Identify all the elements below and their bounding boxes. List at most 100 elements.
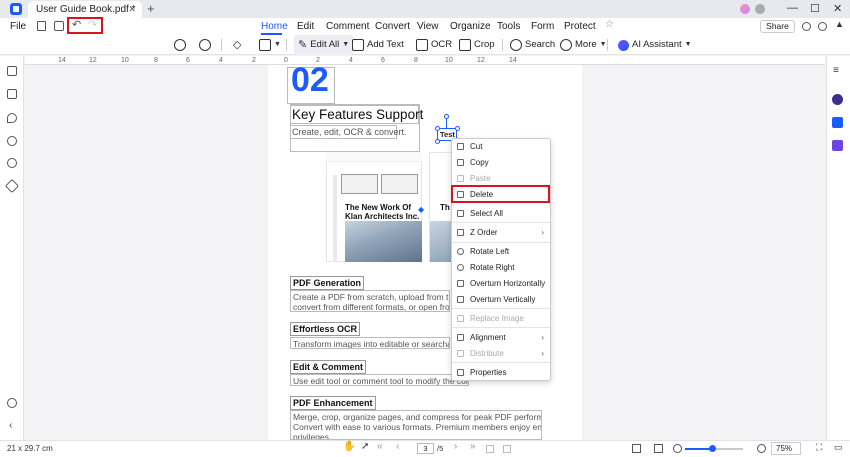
bookmark-icon[interactable] (7, 89, 17, 99)
document-tab[interactable]: User Guide Book.pdf * ✕ (28, 1, 142, 18)
menu-item-alignment[interactable]: Alignment › (452, 330, 550, 345)
section-title-edit-comment[interactable]: Edit & Comment (290, 360, 367, 374)
ai-assistant-button[interactable]: AI Assistant ▼ (618, 35, 692, 55)
ruler-label: 14 (58, 57, 66, 64)
single-page-icon[interactable] (486, 445, 494, 453)
menu-item-z-order[interactable]: Z Order › (452, 225, 550, 240)
menu-convert[interactable]: Convert (375, 18, 410, 35)
pin-icon[interactable]: ☆ (605, 19, 614, 30)
zoom-in-button[interactable] (199, 35, 211, 55)
menu-item-properties[interactable]: Properties (452, 365, 550, 380)
fit-width-icon[interactable] (632, 444, 641, 453)
fullscreen-icon[interactable]: ⛶ (816, 442, 822, 453)
menu-tools[interactable]: Tools (497, 18, 520, 35)
next-page-icon[interactable]: › (454, 441, 457, 452)
more-button[interactable]: More ▼ (560, 35, 607, 55)
first-page-icon[interactable]: « (377, 441, 383, 452)
ocr-button[interactable]: OCR (416, 35, 452, 55)
page-number-text[interactable]: 02 (291, 62, 329, 98)
network-icon[interactable] (802, 22, 811, 31)
previous-page-icon[interactable]: ‹ (396, 441, 399, 452)
menu-view[interactable]: View (417, 18, 439, 35)
section-text-pdf-generation[interactable]: Create a PDF from scratch, upload from t… (290, 290, 450, 312)
menu-item-select-all[interactable]: Select All (452, 206, 550, 221)
close-tab-icon[interactable]: ✕ (128, 1, 136, 18)
zoom-slider-handle[interactable] (708, 445, 716, 452)
zoom-level-select[interactable]: 75% (771, 442, 801, 455)
ai-tool-icon[interactable] (832, 140, 843, 151)
highlight-tool-button[interactable]: ◇ (233, 35, 241, 55)
crop-button[interactable]: Crop (459, 35, 495, 55)
page-heading[interactable]: Key Features Support (292, 107, 423, 122)
menu-organize[interactable]: Organize (450, 18, 491, 35)
menu-item-label: Alignment (470, 333, 506, 342)
edit-all-button[interactable]: ✎ Edit All ▼ (294, 35, 354, 55)
menu-item-rotate-left[interactable]: Rotate Left (452, 244, 550, 259)
avatar[interactable] (740, 4, 750, 14)
selection-handle[interactable] (435, 139, 440, 144)
menu-item-overturn-vertically[interactable]: Overturn Vertically (452, 292, 550, 307)
search-panel-icon[interactable] (7, 158, 17, 168)
menu-item-paste[interactable]: Paste (452, 171, 550, 186)
cloud-upload-icon[interactable] (818, 22, 827, 31)
thumbnails-icon[interactable] (7, 66, 17, 76)
new-tab-button[interactable]: + (147, 1, 155, 16)
zoom-out-button[interactable] (174, 35, 186, 55)
menu-comment[interactable]: Comment (326, 18, 369, 35)
maximize-button[interactable]: ☐ (810, 2, 820, 15)
ruler-label: 12 (477, 57, 485, 64)
menu-file[interactable]: File (10, 18, 26, 35)
hand-tool-icon[interactable]: ✋ (343, 441, 355, 452)
account-icon[interactable] (755, 4, 765, 14)
menu-item-replace-image[interactable]: Replace Image (452, 311, 550, 326)
last-page-icon[interactable]: » (470, 441, 476, 452)
section-text-effortless-ocr[interactable]: Transform images into editable or search… (290, 337, 450, 349)
section-text-pdf-enhancement[interactable]: Merge, crop, organize pages, and compres… (290, 410, 542, 440)
undo-icon[interactable]: ↶ (72, 18, 81, 31)
section-text-edit-comment[interactable]: Use edit tool or comment tool to modify … (290, 374, 469, 386)
rotation-handle[interactable] (444, 114, 449, 119)
close-window-button[interactable]: ✕ (833, 2, 842, 15)
section-title-effortless-ocr[interactable]: Effortless OCR (290, 322, 361, 336)
zoom-out-status-icon[interactable] (673, 444, 682, 453)
search-icon (510, 39, 522, 51)
add-text-button[interactable]: Add Text (352, 35, 404, 55)
document-tab-title: User Guide Book.pdf * (36, 4, 136, 15)
menu-item-cut[interactable]: Cut (452, 139, 550, 154)
redo-icon[interactable]: ↷ (88, 18, 97, 31)
minimize-button[interactable]: — (787, 2, 798, 14)
translate-icon[interactable] (832, 117, 843, 128)
properties-panel-icon[interactable]: ≡ (833, 65, 839, 76)
ai-chat-icon[interactable] (832, 94, 843, 105)
collapse-sidebar-icon[interactable]: ‹ (9, 420, 12, 431)
share-button[interactable]: Share (760, 20, 795, 33)
menu-edit[interactable]: Edit (297, 18, 314, 35)
select-tool-icon[interactable]: ➚ (361, 441, 369, 452)
selection-handle[interactable] (455, 126, 460, 131)
menu-item-copy[interactable]: Copy (452, 155, 550, 170)
selection-handle[interactable] (435, 126, 440, 131)
shape-tool-button[interactable]: ▼ (259, 35, 281, 55)
save-icon[interactable] (37, 21, 46, 31)
menu-item-label: Copy (470, 158, 489, 167)
zoom-in-status-icon[interactable] (757, 444, 766, 453)
menu-item-overturn-horizontally[interactable]: Overturn Horizontally (452, 276, 550, 291)
menu-item-distribute[interactable]: Distribute › (452, 346, 550, 361)
print-icon[interactable] (54, 21, 64, 31)
section-title-pdf-generation[interactable]: PDF Generation (290, 276, 365, 290)
page-subheading[interactable]: Create, edit, OCR & convert. (292, 127, 407, 137)
collapse-ribbon-icon[interactable]: ▲ (835, 19, 844, 29)
section-title-pdf-enhancement[interactable]: PDF Enhancement (290, 396, 376, 410)
attachment-icon[interactable] (7, 136, 17, 146)
two-page-icon[interactable] (503, 445, 511, 453)
reading-mode-icon[interactable]: ▭ (834, 442, 843, 453)
menu-protect[interactable]: Protect (564, 18, 596, 35)
page-number-input[interactable]: 3 (417, 443, 434, 454)
menu-form[interactable]: Form (531, 18, 554, 35)
search-button[interactable]: Search (510, 35, 555, 55)
resize-handle-icon[interactable]: ◆ (418, 205, 426, 214)
help-icon[interactable] (7, 398, 17, 408)
comment-icon[interactable] (7, 113, 17, 123)
menu-item-rotate-right[interactable]: Rotate Right (452, 260, 550, 275)
fit-page-icon[interactable] (654, 444, 663, 453)
